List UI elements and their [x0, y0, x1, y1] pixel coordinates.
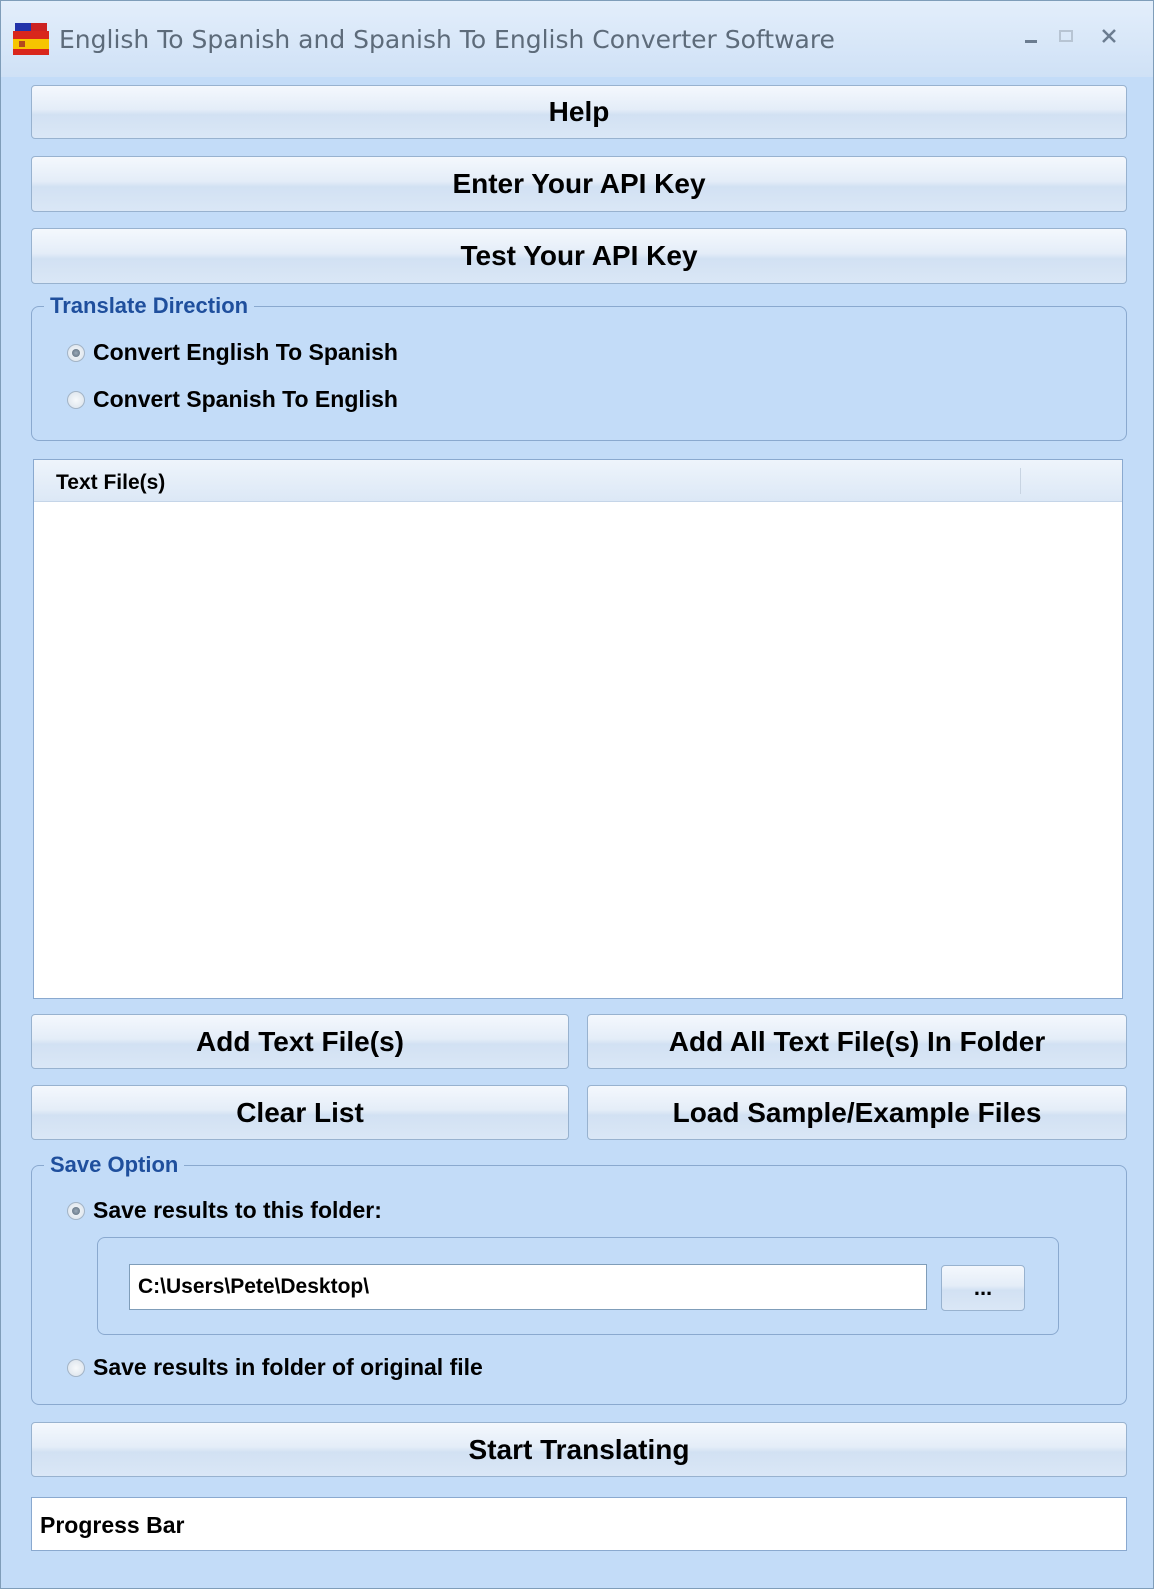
test-api-key-button[interactable]: Test Your API Key — [31, 228, 1127, 284]
load-sample-files-button[interactable]: Load Sample/Example Files — [587, 1085, 1127, 1140]
maximize-button[interactable] — [1051, 21, 1081, 51]
folder-path-input[interactable]: C:\Users\Pete\Desktop\ — [129, 1264, 927, 1310]
radio-label: Convert English To Spanish — [93, 339, 398, 365]
radio-button-icon — [67, 1358, 85, 1377]
radio-label: Save results in folder of original file — [93, 1354, 483, 1380]
enter-api-key-button[interactable]: Enter Your API Key — [31, 156, 1127, 212]
radio-save-original-folder[interactable]: Save results in folder of original file — [67, 1354, 483, 1381]
minimize-button[interactable] — [1016, 21, 1046, 51]
add-all-in-folder-button[interactable]: Add All Text File(s) In Folder — [587, 1014, 1127, 1069]
radio-save-to-folder[interactable]: Save results to this folder: — [67, 1197, 382, 1224]
start-translating-button[interactable]: Start Translating — [31, 1422, 1127, 1477]
radio-spanish-to-english[interactable]: Convert Spanish To English — [67, 386, 398, 413]
help-button[interactable]: Help — [31, 85, 1127, 139]
column-header-text-files[interactable]: Text File(s) — [56, 471, 165, 495]
title-bar: English To Spanish and Spanish To Englis… — [1, 1, 1153, 77]
minimize-icon — [1025, 40, 1037, 43]
radio-english-to-spanish[interactable]: Convert English To Spanish — [67, 339, 398, 366]
radio-label: Save results to this folder: — [93, 1197, 382, 1223]
close-button[interactable] — [1094, 21, 1124, 51]
radio-button-icon — [67, 343, 85, 362]
radio-button-icon — [67, 1201, 85, 1220]
close-icon — [1102, 29, 1116, 43]
window-title: English To Spanish and Spanish To Englis… — [59, 25, 835, 54]
browse-button[interactable]: ... — [941, 1265, 1025, 1311]
clear-list-button[interactable]: Clear List — [31, 1085, 569, 1140]
progress-label: Progress Bar — [40, 1512, 185, 1538]
translate-direction-label: Translate Direction — [44, 293, 255, 319]
radio-label: Convert Spanish To English — [93, 386, 398, 412]
translate-direction-group: Translate Direction — [31, 293, 1127, 441]
list-header: Text File(s) — [34, 460, 1122, 502]
app-window: English To Spanish and Spanish To Englis… — [0, 0, 1154, 1589]
save-option-label: Save Option — [44, 1152, 185, 1178]
progress-bar: Progress Bar — [31, 1497, 1127, 1551]
spanish-flag-icon — [13, 23, 49, 55]
maximize-icon — [1059, 30, 1073, 42]
add-text-files-button[interactable]: Add Text File(s) — [31, 1014, 569, 1069]
radio-button-icon — [67, 390, 85, 409]
text-files-list[interactable]: Text File(s) — [33, 459, 1123, 999]
column-divider[interactable] — [1020, 468, 1021, 494]
